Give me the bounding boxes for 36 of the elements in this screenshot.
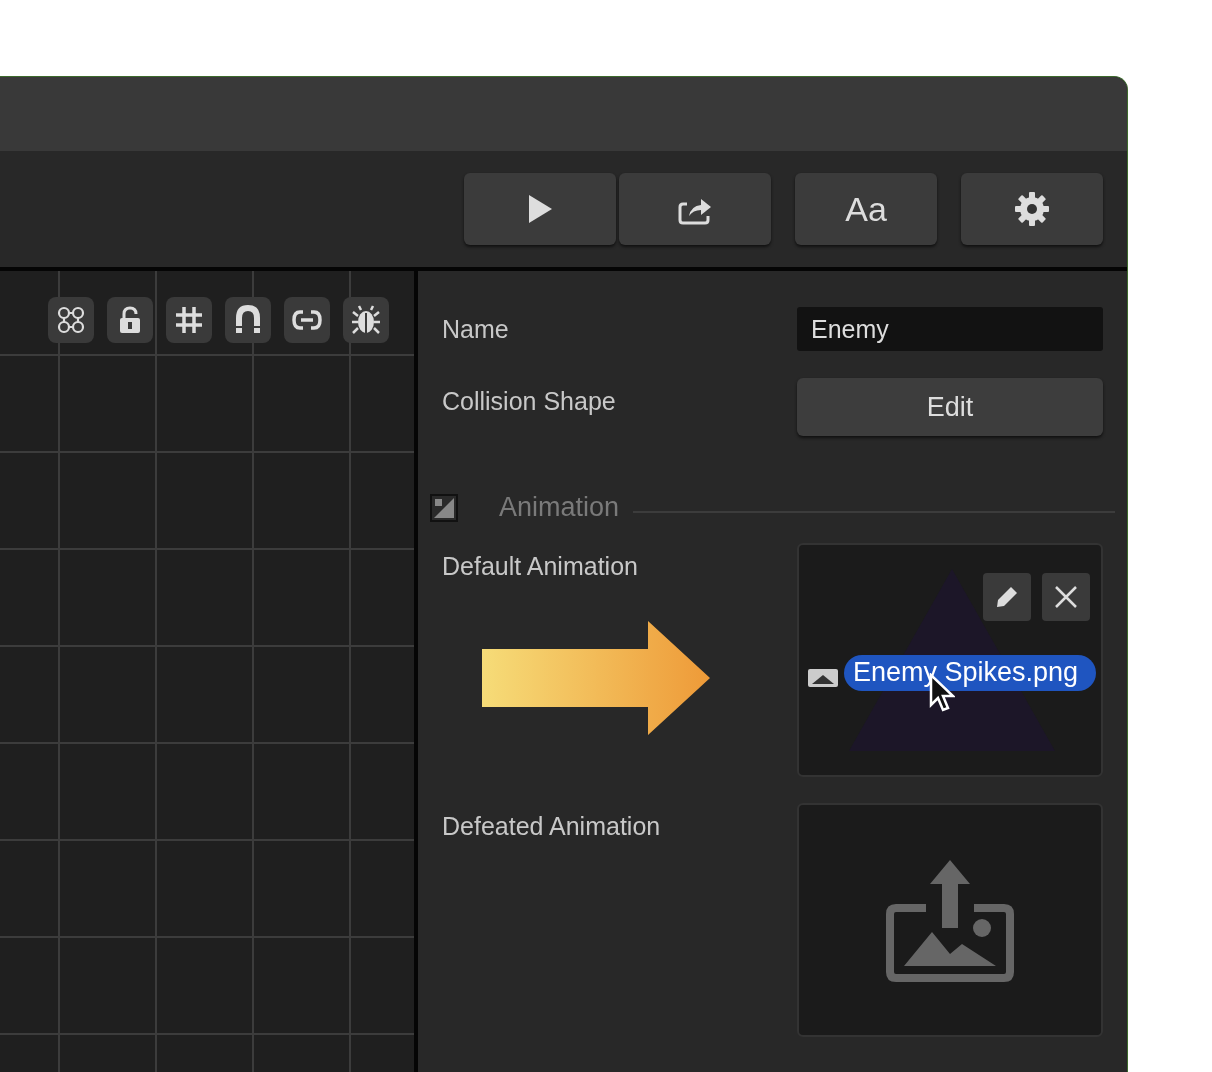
image-file-icon xyxy=(808,669,838,687)
link-tool-button[interactable] xyxy=(284,297,330,343)
bug-tool-button[interactable] xyxy=(343,297,389,343)
arrow-annotation-icon xyxy=(480,619,712,737)
play-icon xyxy=(527,194,553,224)
play-button[interactable] xyxy=(464,173,616,245)
field-label: Default Animation xyxy=(442,551,639,581)
magnet-icon xyxy=(234,305,262,335)
settings-button[interactable] xyxy=(961,173,1103,245)
grid-tool-button[interactable] xyxy=(166,297,212,343)
field-label: Name xyxy=(442,314,509,344)
lock-tool-button[interactable] xyxy=(107,297,153,343)
font-button[interactable]: Aa xyxy=(795,173,937,245)
file-name[interactable]: Enemy Spikes.png xyxy=(844,655,1097,691)
edit-button[interactable]: Edit xyxy=(797,378,1103,436)
upload-image-icon xyxy=(886,858,1014,982)
image-icon xyxy=(430,493,458,522)
grid-icon xyxy=(174,305,204,335)
close-icon xyxy=(1054,585,1078,609)
settings-icon xyxy=(1013,190,1051,228)
bug-icon xyxy=(351,304,381,336)
pencil-icon xyxy=(994,584,1020,610)
field-label: Collision Shape xyxy=(442,386,616,416)
animation-preview[interactable]: Enemy Spikes.png xyxy=(797,543,1103,777)
animation-drop-zone[interactable] xyxy=(797,803,1103,1037)
close-button[interactable] xyxy=(1042,573,1090,621)
magnet-tool-button[interactable] xyxy=(225,297,271,343)
name-field[interactable]: Enemy xyxy=(797,307,1103,351)
field-label: Defeated Animation xyxy=(442,811,661,841)
lock-icon xyxy=(117,305,143,335)
nodes-icon xyxy=(56,305,86,335)
link-icon xyxy=(291,307,323,333)
share-button[interactable] xyxy=(619,173,771,245)
edit-button[interactable] xyxy=(983,573,1031,621)
section-title: Animation xyxy=(499,492,620,523)
nodes-tool-button[interactable] xyxy=(48,297,94,343)
